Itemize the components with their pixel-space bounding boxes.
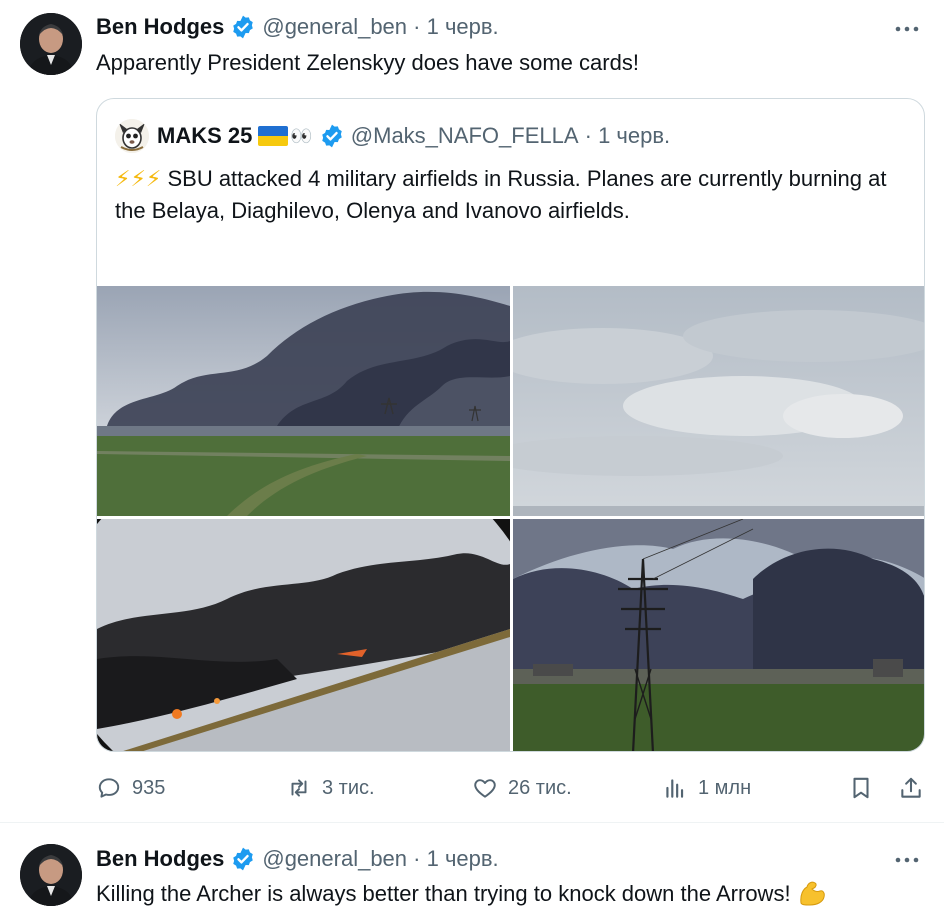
verified-badge-icon [322,124,342,148]
repost-button[interactable]: 3 тис. [286,770,375,806]
repost-icon [291,779,307,797]
photo-smoke-plumes-over-airfield[interactable] [97,286,510,516]
like-icon [474,779,496,798]
quoted-author-name[interactable]: MAKS 25 [157,123,252,149]
verified-badge-icon [233,15,254,39]
tweet-date[interactable]: 1 черв. [427,14,499,40]
flexed-biceps-icon [799,881,825,906]
tweet-body: Killing the Archer is always better than… [96,881,791,906]
tweet-text: Apparently President Zelenskyy does have… [96,50,639,75]
author-handle[interactable]: @general_ben [262,14,407,40]
lightning-emoji: ⚡⚡⚡ [115,166,162,191]
like-button[interactable]: 26 тис. [472,770,572,806]
quoted-tweet[interactable]: MAKS 25 👀 @Maks_NAFO_FELLA · 1 черв. ⚡⚡⚡… [96,98,925,752]
share-button[interactable] [898,770,924,806]
tweet[interactable]: Ben Hodges @general_ben · 1 черв. Killin… [0,822,944,920]
more-button[interactable] [892,845,922,875]
tweet-date[interactable]: 1 черв. [427,846,499,872]
tweet-actions: 935 3 тис. 26 тис. 1 млн [96,770,926,806]
tweet[interactable]: Ben Hodges @general_ben · 1 черв. Appare… [0,0,944,822]
tweet-header: Ben Hodges @general_ben · 1 черв. [96,12,499,42]
author-name[interactable]: Ben Hodges [96,846,224,872]
ukraine-flag-icon [258,126,289,146]
author-name[interactable]: Ben Hodges [96,14,224,40]
repost-count: 3 тис. [322,776,375,799]
reply-button[interactable]: 935 [96,770,165,806]
quoted-author-handle[interactable]: @Maks_NAFO_FELLA [351,123,579,149]
views-icon [666,779,684,798]
more-button[interactable] [892,14,922,44]
reply-icon [98,778,120,798]
quoted-tweet-header: MAKS 25 👀 @Maks_NAFO_FELLA · 1 черв. [115,119,670,153]
meta-separator: · [407,846,427,871]
photo-burning-aircraft-close-up[interactable] [97,519,510,751]
more-icon [895,857,919,863]
author-handle[interactable]: @general_ben [262,846,407,872]
photo-grid [97,286,924,751]
bookmark-button[interactable] [848,770,874,806]
eyes-emoji: 👀 [290,125,313,146]
quoted-tweet-date[interactable]: 1 черв. [598,123,670,149]
views-button[interactable]: 1 млн [662,770,751,806]
bookmark-icon [853,777,869,799]
avatar[interactable] [20,13,82,75]
tweet-text: Killing the Archer is always better than… [96,879,827,908]
reply-count: 935 [132,776,166,799]
quoted-tweet-text: ⚡⚡⚡ SBU attacked 4 military airfields in… [115,163,905,227]
meta-separator: · [407,14,427,39]
like-count: 26 тис. [508,776,572,799]
verified-badge-icon [233,847,254,871]
tweet-header: Ben Hodges @general_ben · 1 черв. [96,844,499,874]
meta-separator: · [578,123,599,148]
photo-cloudy-sky[interactable] [513,286,924,516]
quoted-tweet-body: SBU attacked 4 military airfields in Rus… [115,166,887,223]
share-icon [901,777,921,798]
avatar-image [20,844,82,906]
views-count: 1 млн [698,776,752,799]
avatar-image [20,13,82,75]
avatar[interactable] [20,844,82,906]
more-icon [895,26,919,32]
photo-power-pylon-and-smoke[interactable] [513,519,924,751]
quoted-author-avatar [115,119,149,153]
